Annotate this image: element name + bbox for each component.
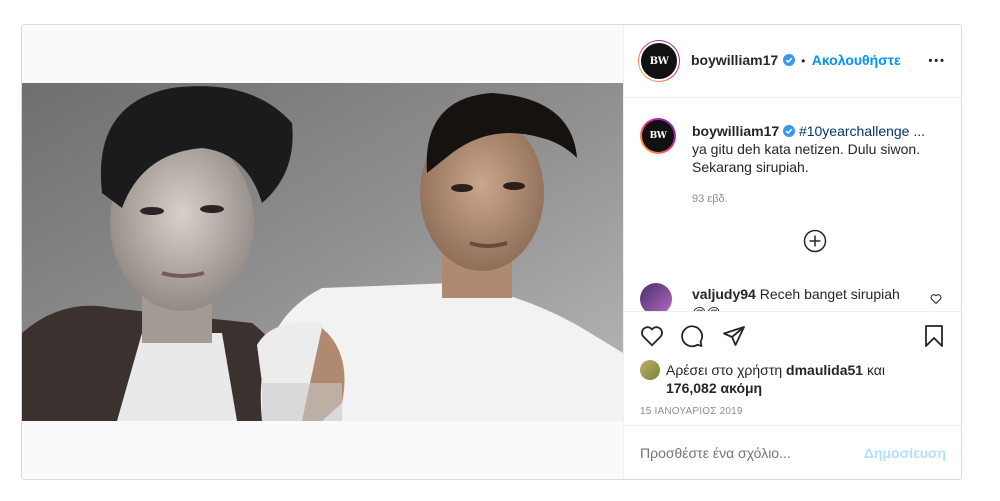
caption-time[interactable]: 93 εβδ. [692,190,942,208]
bookmark-icon[interactable] [922,324,946,348]
header-separator: • [801,54,806,68]
caption-username[interactable]: boywilliam17 [692,123,779,139]
load-more-comments-icon[interactable] [803,229,827,253]
more-options-icon[interactable]: ••• [928,55,946,67]
caption-verified-icon [783,125,796,137]
caption-hashtag[interactable]: #10yearchallenge [799,123,910,139]
comment-item: valjudy94 Receh banget sirupiah @@... [640,281,950,311]
caption-avatar-logo: BW [649,131,667,141]
comment-text: valjudy94 Receh banget sirupiah @@... [692,285,922,311]
follow-button[interactable]: Ακολουθήστε [812,52,901,68]
post-photo-image [22,83,623,421]
caption-ellipsis: ... [913,123,926,139]
avatar[interactable]: BW [639,41,679,81]
liker-username[interactable]: dmaulida51 [786,362,863,378]
comment-input[interactable] [640,443,860,463]
comment-like-icon[interactable] [930,293,942,305]
comment-bubble-icon[interactable] [680,324,704,348]
likes-count[interactable]: 176,082 ακόμη [666,379,936,397]
avatar-logo: BW [649,55,669,67]
post-header: BW boywilliam17 • Ακολουθήστε ••• [624,25,961,98]
verified-badge-icon [782,54,795,66]
liker-avatar[interactable] [640,360,660,380]
post-card: BW boywilliam17 • Ακολουθήστε ••• BW boy… [21,24,962,480]
likes-text: Αρέσει στο χρήστη dmaulida51 και 176,082… [666,361,936,397]
post-media [22,25,623,479]
caption-text: boywilliam17 #10yearchallenge ... ya git… [692,122,942,208]
add-comment-bar: Δημοσίευση [624,425,961,479]
post-date[interactable]: 15 ΙΑΝΟΥΑΡΙΟΣ 2019 [640,406,743,417]
action-bar: Αρέσει στο χρήστη dmaulida51 και 176,082… [624,311,961,417]
comment-username[interactable]: valjudy94 [692,286,756,302]
likes-prefix: Αρέσει στο χρήστη [666,362,783,378]
post-comment-button[interactable]: Δημοσίευση [864,445,946,461]
likes-and: και [866,362,885,378]
header-username[interactable]: boywilliam17 [691,52,778,68]
caption-body: ya gitu deh kata netizen. Dulu siwon. Se… [692,141,921,175]
comment-body: Receh banget sirupiah [759,286,900,302]
comment-overflow: @@... [692,303,922,311]
post-photo[interactable] [22,83,623,421]
paper-plane-icon[interactable] [722,324,746,348]
comment-avatar[interactable] [640,283,672,311]
caption-avatar[interactable]: BW [642,120,674,152]
post-side-panel: BW boywilliam17 • Ακολουθήστε ••• BW boy… [623,25,961,479]
like-icon[interactable] [640,324,664,348]
